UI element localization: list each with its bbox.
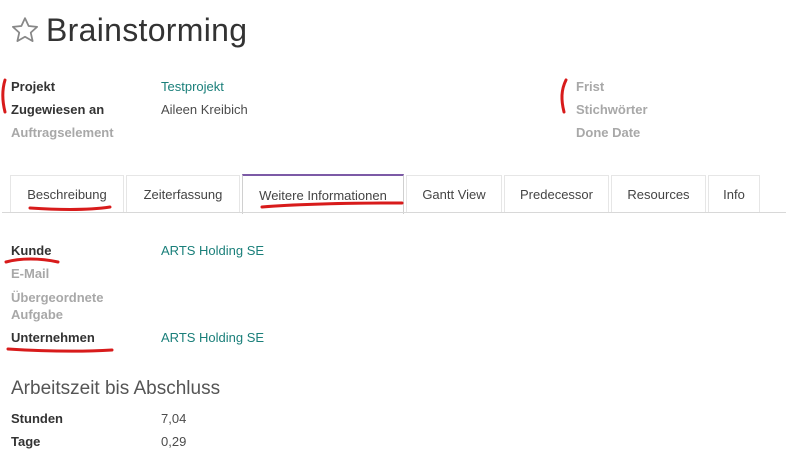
underline-kunde [4, 257, 60, 264]
tab-gantt-view[interactable]: Gantt View [406, 175, 502, 213]
email-label: E-Mail [11, 266, 50, 281]
customer-label: Kunde [11, 243, 52, 258]
underline-unternehmen [6, 347, 114, 353]
tab-resources[interactable]: Resources [611, 175, 706, 213]
assigned-label: Zugewiesen an [11, 102, 105, 117]
bracket-left-mark [1, 78, 7, 114]
customer-link[interactable]: ARTS Holding SE [161, 243, 264, 258]
days-value: 0,29 [161, 434, 187, 449]
star-icon[interactable] [10, 15, 40, 45]
tab-predecessor[interactable]: Predecessor [504, 175, 609, 213]
tab-info[interactable]: Info [708, 175, 760, 213]
tab-divider [2, 212, 786, 213]
hours-value: 7,04 [161, 411, 187, 426]
parent-task-label: Übergeordnete Aufgabe [11, 290, 104, 322]
deadline-label: Frist [576, 79, 605, 94]
assigned-value[interactable]: Aileen Kreibich [161, 102, 248, 117]
page-title: Brainstorming [46, 11, 248, 48]
title-row: Brainstorming [10, 10, 247, 50]
keywords-label: Stichwörter [576, 102, 648, 117]
project-link[interactable]: Testprojekt [161, 79, 224, 94]
project-label: Projekt [11, 79, 56, 94]
tab-weitere-informationen[interactable]: Weitere Informationen [242, 174, 404, 214]
hours-label: Stunden [11, 411, 63, 426]
order-item-label: Auftragselement [11, 125, 114, 140]
worktime-title: Arbeitszeit bis Abschluss [11, 378, 221, 399]
tab-zeiterfassung[interactable]: Zeiterfassung [126, 175, 240, 213]
tab-beschreibung[interactable]: Beschreibung [10, 175, 124, 213]
bracket-right-mark [560, 78, 568, 114]
days-label: Tage [11, 434, 41, 449]
company-label: Unternehmen [11, 330, 95, 345]
done-date-label: Done Date [576, 125, 641, 140]
company-link[interactable]: ARTS Holding SE [161, 330, 264, 345]
